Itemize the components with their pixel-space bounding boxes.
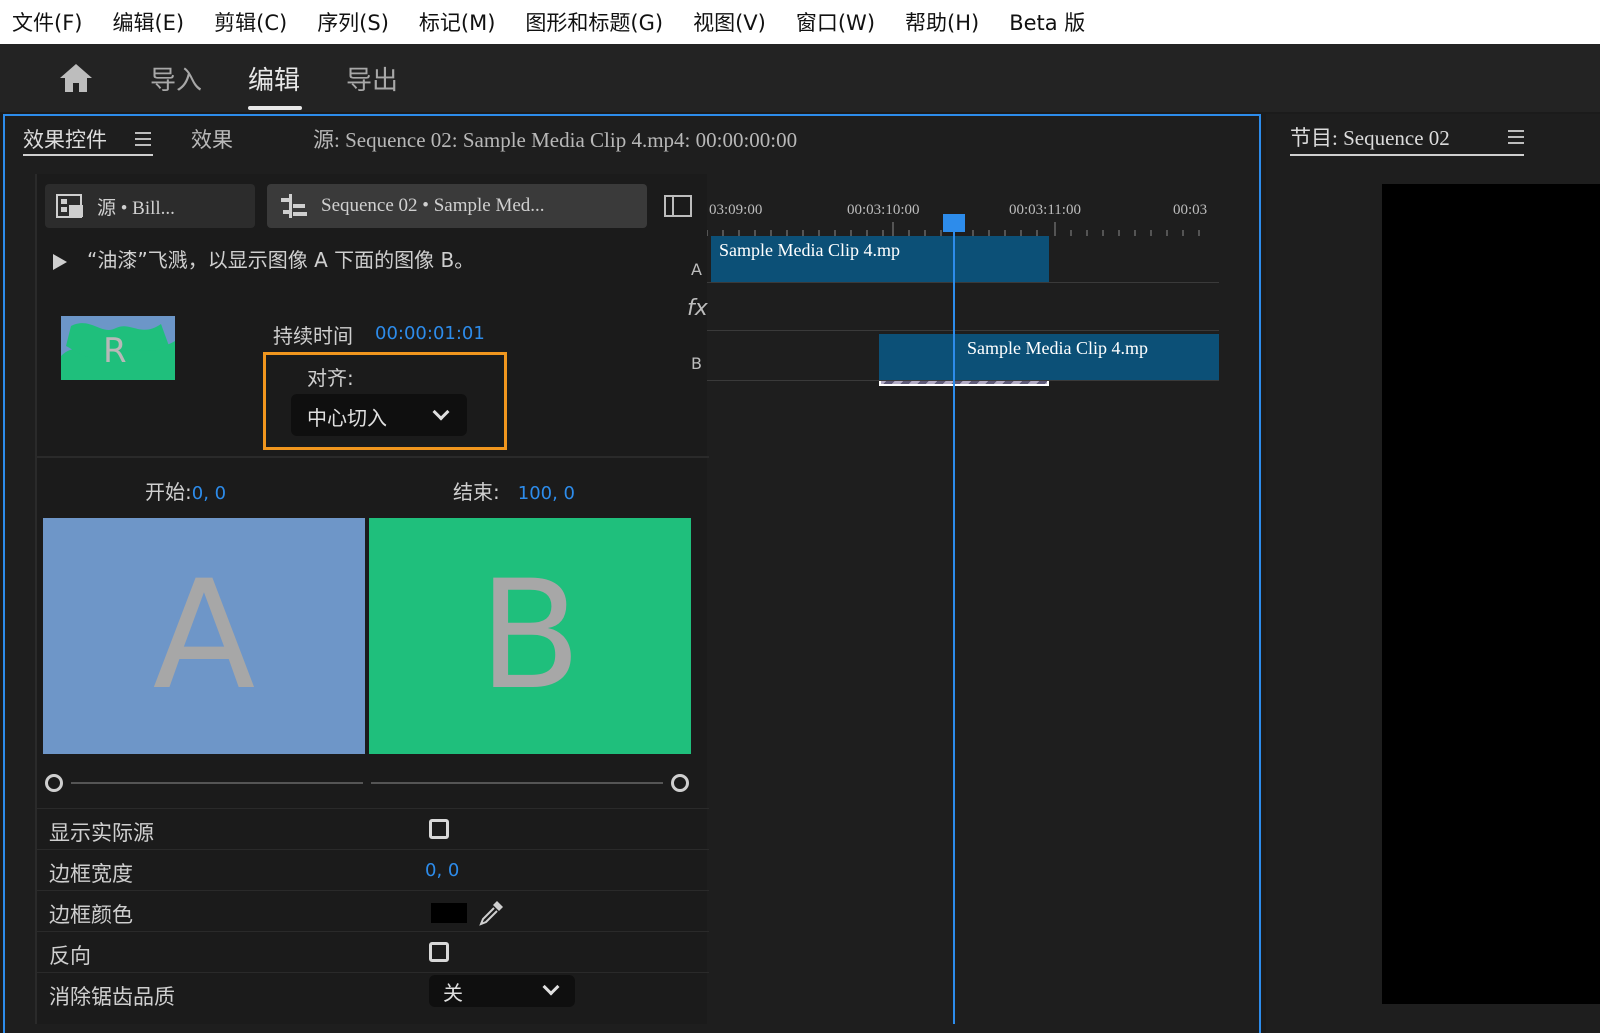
chevron-down-icon (432, 403, 450, 421)
ruler-label: 00:03:11:00 (1009, 202, 1081, 218)
source-clip-label: 源 • Bill... (97, 197, 175, 219)
preview-a-letter: A (152, 549, 256, 723)
program-monitor-panel: 节目: Sequence 02 (1266, 114, 1600, 1033)
end-slider-knob[interactable] (671, 774, 689, 792)
prop-row-border-width: 边框宽度 0, 0 (37, 849, 709, 889)
effect-controls-panel: 效果控件 效果 源: Sequence 02: Sample Media Cli… (3, 114, 1261, 1033)
playhead-handle[interactable] (943, 214, 965, 232)
align-dropdown-value: 中心切入 (307, 406, 387, 430)
border-width-value[interactable]: 0, 0 (425, 860, 459, 881)
tab-underline (23, 154, 153, 156)
track-divider (707, 380, 1219, 381)
source-title[interactable]: 源: Sequence 02: Sample Media Clip 4.mp4:… (313, 124, 797, 154)
ruler-label: 00:03:10:00 (847, 202, 920, 218)
start-slider-knob[interactable] (45, 774, 63, 792)
effect-controls-body: 源 • Bill... Sequence 02 • Sample Med... … (35, 174, 709, 1024)
align-dropdown[interactable]: 中心切入 (291, 394, 467, 436)
sequence-icon (281, 194, 307, 218)
transition-thumbnail: R (61, 316, 175, 380)
start-slider-track[interactable] (71, 782, 363, 784)
source-clip-button[interactable]: 源 • Bill... (45, 184, 255, 228)
end-label: 结束: (453, 480, 500, 504)
panel-menu-icon[interactable] (1508, 130, 1524, 144)
active-tab-indicator (248, 106, 302, 110)
tab-underline (1290, 154, 1524, 156)
preview-b-letter: B (478, 549, 582, 723)
antialias-dropdown[interactable]: 关 (429, 975, 575, 1007)
eyedropper-icon[interactable] (477, 897, 507, 927)
home-icon[interactable] (58, 62, 94, 94)
border-color-swatch[interactable] (431, 903, 467, 923)
preview-a: A (43, 518, 365, 754)
prop-label: 边框颜色 (49, 903, 133, 927)
end-value[interactable]: 100, 0 (518, 483, 575, 504)
play-preview-icon[interactable] (53, 253, 67, 270)
prop-label: 反向 (49, 944, 91, 968)
start-value[interactable]: 0, 0 (192, 483, 226, 504)
prop-label: 显示实际源 (49, 821, 154, 845)
fx-icon: fx (687, 296, 708, 321)
sequence-clip-label: Sequence 02 • Sample Med... (321, 195, 545, 216)
svg-text:R: R (103, 331, 127, 371)
workspace-bar: 导入 编辑 导出 (0, 44, 1600, 112)
menu-window[interactable]: 窗口(W) (796, 7, 875, 37)
effect-timeline[interactable]: 03:09:00 00:03:10:00 00:03:11:00 00:03 A… (687, 174, 1235, 1024)
playhead-line[interactable] (953, 216, 955, 1024)
program-title[interactable]: 节目: Sequence 02 (1290, 122, 1450, 152)
program-video-display[interactable] (1382, 184, 1600, 1004)
section-divider (37, 456, 709, 458)
menu-sequence[interactable]: 序列(S) (317, 7, 389, 37)
menu-help[interactable]: 帮助(H) (905, 7, 979, 37)
show-source-checkbox[interactable] (429, 819, 449, 839)
effect-description: “油漆”飞溅，以显示图像 A 下面的图像 B。 (53, 244, 474, 273)
menu-graphics[interactable]: 图形和标题(G) (525, 7, 663, 37)
ruler-label: 03:09:00 (709, 202, 763, 218)
tab-edit[interactable]: 编辑 (248, 60, 300, 97)
duration-label: 持续时间 (273, 324, 353, 348)
menu-view[interactable]: 视图(V) (693, 7, 766, 37)
start-field: 开始:0, 0 (145, 476, 226, 505)
prop-label: 消除锯齿品质 (49, 985, 175, 1009)
description-text: “油漆”飞溅，以显示图像 A 下面的图像 B。 (87, 248, 475, 272)
film-icon (56, 194, 83, 218)
menu-bar: 文件(F) 编辑(E) 剪辑(C) 序列(S) 标记(M) 图形和标题(G) 视… (0, 0, 1600, 44)
prop-row-antialias: 消除锯齿品质 关 (37, 972, 709, 1012)
end-field: 结束: 100, 0 (453, 476, 575, 505)
track-divider (707, 330, 1219, 331)
track-divider (707, 282, 1219, 283)
clip-a[interactable]: Sample Media Clip 4.mp (711, 236, 1049, 282)
prop-row-border-color: 边框颜色 (37, 890, 709, 930)
tab-effects[interactable]: 效果 (191, 124, 233, 154)
tab-effect-controls[interactable]: 效果控件 (23, 124, 107, 154)
preview-b: B (369, 518, 691, 754)
track-a-label: A (691, 260, 702, 279)
start-label: 开始: (145, 480, 192, 504)
clip-b[interactable]: Sample Media Clip 4.mp (879, 334, 1219, 380)
tab-import[interactable]: 导入 (150, 60, 202, 97)
menu-clip[interactable]: 剪辑(C) (214, 7, 287, 37)
toggle-timeline-icon[interactable] (663, 194, 693, 218)
menu-marker[interactable]: 标记(M) (419, 7, 496, 37)
prop-label: 边框宽度 (49, 862, 133, 886)
antialias-dropdown-value: 关 (443, 981, 463, 1005)
prop-row-reverse: 反向 (37, 931, 709, 971)
chevron-down-icon (542, 978, 560, 996)
duration-value[interactable]: 00:00:01:01 (375, 323, 485, 344)
menu-beta[interactable]: Beta 版 (1009, 7, 1085, 37)
clip-b-label: Sample Media Clip 4.mp (967, 338, 1148, 358)
menu-file[interactable]: 文件(F) (12, 7, 82, 37)
end-slider-track[interactable] (371, 782, 663, 784)
align-label: 对齐: (307, 366, 354, 390)
prop-row-show-source: 显示实际源 (37, 808, 709, 848)
track-b-label: B (691, 354, 702, 373)
tab-export[interactable]: 导出 (346, 60, 398, 97)
panel-menu-icon[interactable] (135, 132, 151, 146)
ruler-label: 00:03 (1173, 202, 1208, 218)
sequence-clip-button[interactable]: Sequence 02 • Sample Med... (267, 184, 647, 228)
reverse-checkbox[interactable] (429, 942, 449, 962)
menu-edit[interactable]: 编辑(E) (112, 7, 184, 37)
